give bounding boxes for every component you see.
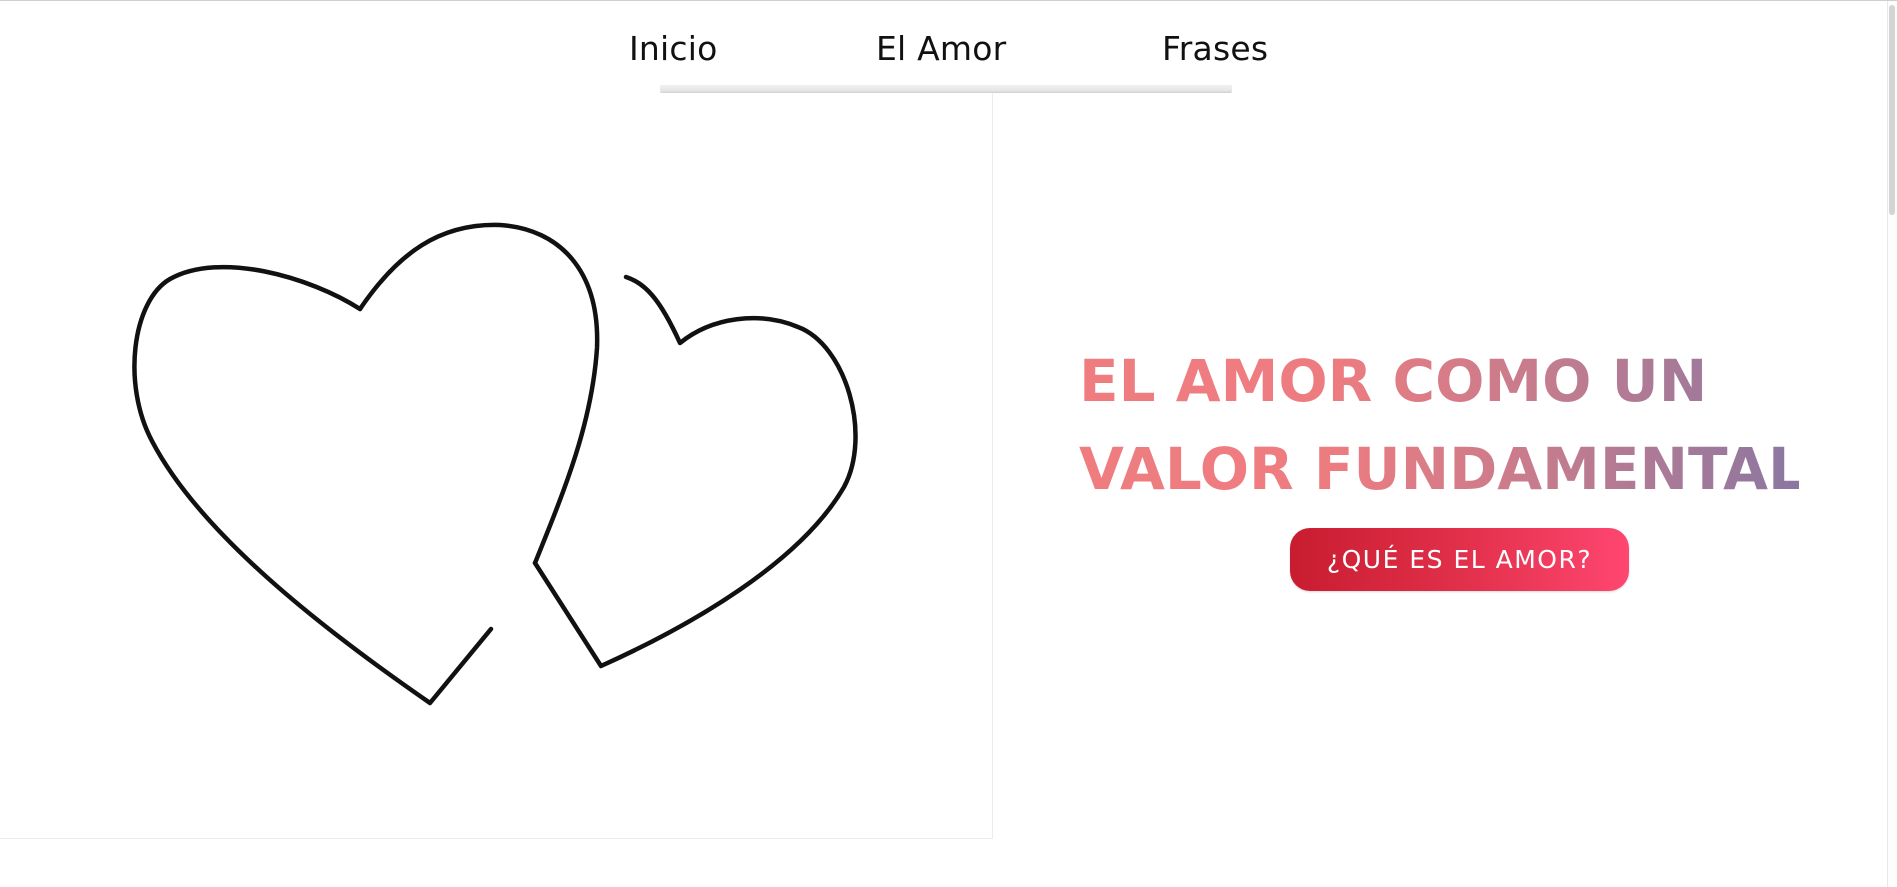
hero-image	[0, 93, 993, 839]
right-heart-outline	[532, 274, 858, 669]
two-hearts-icon	[132, 222, 858, 706]
left-heart-outline	[132, 264, 494, 706]
nav-underline	[660, 85, 1232, 93]
page: Inicio El Amor Frases EL AMOR COMO UN VA…	[0, 0, 1897, 887]
nav-item-inicio[interactable]: Inicio	[629, 27, 718, 71]
hero-title-line-1: EL AMOR COMO UN	[1079, 347, 1708, 415]
hero-title-line-2: VALOR FUNDAMENTAL	[1079, 435, 1805, 503]
nav-item-el-amor[interactable]: El Amor	[876, 27, 1006, 71]
vertical-scrollbar[interactable]	[1887, 1, 1897, 887]
scrollbar-thumb[interactable]	[1889, 5, 1895, 215]
hero-title: EL AMOR COMO UN VALOR FUNDAMENTAL	[1079, 337, 1799, 513]
nav-item-frases[interactable]: Frases	[1162, 27, 1268, 71]
left-heart-right-lobe	[357, 222, 600, 566]
que-es-el-amor-button[interactable]: ¿QUÉ ES EL AMOR?	[1290, 528, 1629, 591]
top-nav: Inicio El Amor Frases	[0, 1, 1897, 93]
